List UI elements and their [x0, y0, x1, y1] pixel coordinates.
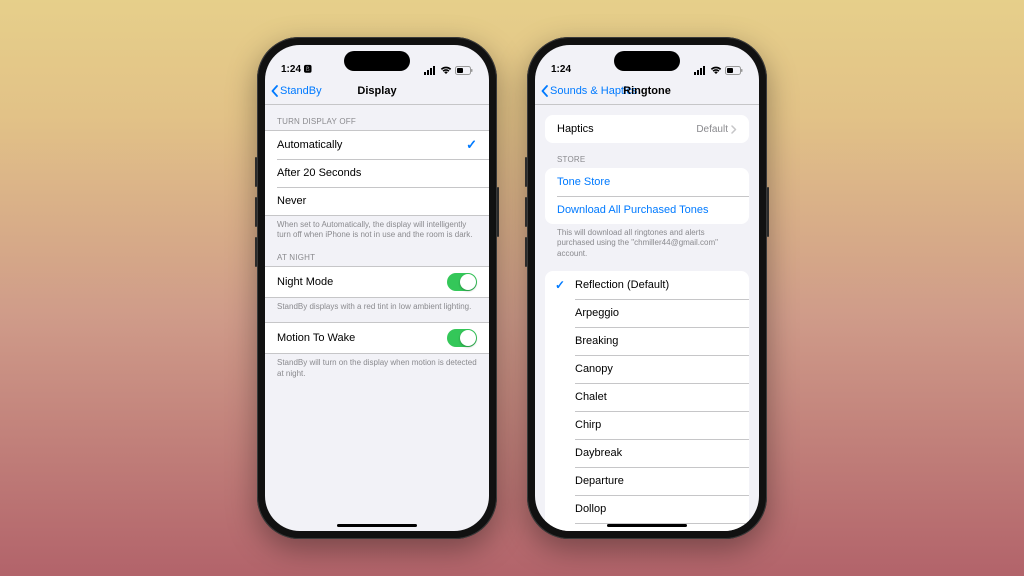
- store-group: Tone Store Download All Purchased Tones: [545, 168, 749, 224]
- cellular-icon: [694, 66, 707, 75]
- nav-bar: StandBy Display: [265, 77, 489, 105]
- iphone-left-frame: 1:24 🅱 StandBy Display TURN DISPLAY OFF …: [257, 37, 497, 539]
- back-label: StandBy: [280, 85, 322, 97]
- ringtone-list: ✓Reflection (Default) Arpeggio Breaking …: [545, 271, 749, 531]
- option-label: Never: [277, 195, 306, 207]
- section-header-at-night: AT NIGHT: [265, 241, 489, 266]
- status-icons: [424, 66, 473, 75]
- tone-store-link[interactable]: Tone Store: [545, 168, 749, 196]
- motion-toggle[interactable]: [447, 329, 477, 347]
- tone-label: Chalet: [575, 391, 607, 403]
- turn-off-group: Automatically ✓ After 20 Seconds Never: [265, 130, 489, 216]
- wifi-icon: [440, 66, 452, 75]
- ringtone-item[interactable]: Breaking: [545, 327, 749, 355]
- iphone-left-screen: 1:24 🅱 StandBy Display TURN DISPLAY OFF …: [265, 45, 489, 531]
- tone-label: Dollop: [575, 503, 606, 515]
- motion-label: Motion To Wake: [277, 332, 355, 344]
- option-label: After 20 Seconds: [277, 167, 361, 179]
- motion-to-wake-row: Motion To Wake: [265, 323, 489, 353]
- ringtone-item[interactable]: Chalet: [545, 383, 749, 411]
- checkmark-icon: ✓: [555, 278, 565, 292]
- settings-content[interactable]: TURN DISPLAY OFF Automatically ✓ After 2…: [265, 105, 489, 531]
- ringtone-item[interactable]: Dollop: [545, 495, 749, 523]
- ringtone-item[interactable]: Chirp: [545, 411, 749, 439]
- option-after-20s[interactable]: After 20 Seconds: [265, 159, 489, 187]
- tone-label: Arpeggio: [575, 307, 619, 319]
- motion-group: Motion To Wake: [265, 322, 489, 354]
- section-footer: StandBy displays with a red tint in low …: [265, 298, 489, 312]
- night-mode-row: Night Mode: [265, 267, 489, 297]
- ringtone-item[interactable]: Departure: [545, 467, 749, 495]
- status-time: 1:24: [551, 64, 571, 75]
- cellular-icon: [424, 66, 437, 75]
- night-group: Night Mode: [265, 266, 489, 298]
- battery-icon: [455, 66, 473, 75]
- download-tones-link[interactable]: Download All Purchased Tones: [545, 196, 749, 224]
- tone-label: Canopy: [575, 363, 613, 375]
- ringtone-item[interactable]: Canopy: [545, 355, 749, 383]
- option-automatically[interactable]: Automatically ✓: [265, 131, 489, 159]
- haptics-label: Haptics: [557, 123, 594, 135]
- iphone-right-frame: 1:24 Sounds & Haptics Ringtone Haptics D…: [527, 37, 767, 539]
- night-mode-label: Night Mode: [277, 276, 333, 288]
- wifi-icon: [710, 66, 722, 75]
- dynamic-island: [344, 51, 410, 71]
- link-label: Tone Store: [557, 176, 610, 188]
- tone-label: Reflection (Default): [575, 279, 669, 291]
- option-label: Automatically: [277, 139, 342, 151]
- option-never[interactable]: Never: [265, 187, 489, 215]
- ringtone-item[interactable]: ✓ Reflection (Default): [545, 271, 749, 299]
- haptics-group: Haptics Default: [545, 115, 749, 143]
- tone-label: Breaking: [575, 335, 618, 347]
- link-label: Download All Purchased Tones: [557, 204, 708, 216]
- home-indicator[interactable]: [337, 524, 417, 527]
- nav-bar: Sounds & Haptics Ringtone: [535, 77, 759, 105]
- iphone-right-screen: 1:24 Sounds & Haptics Ringtone Haptics D…: [535, 45, 759, 531]
- status-icons: [694, 66, 743, 75]
- section-header-store: STORE: [535, 143, 759, 168]
- section-footer: When set to Automatically, the display w…: [265, 216, 489, 241]
- dynamic-island: [614, 51, 680, 71]
- page-title: Ringtone: [623, 85, 671, 97]
- tone-label: Chirp: [575, 419, 601, 431]
- ringtone-item[interactable]: Daybreak: [545, 439, 749, 467]
- checkmark-icon: ✓: [466, 137, 477, 153]
- chevron-left-icon: [271, 85, 279, 97]
- home-indicator[interactable]: [607, 524, 687, 527]
- ringtone-item[interactable]: Arpeggio: [545, 299, 749, 327]
- settings-content[interactable]: Haptics Default STORE Tone Store Downloa…: [535, 105, 759, 531]
- tone-label: Departure: [575, 475, 624, 487]
- page-title: Display: [357, 85, 396, 97]
- tone-label: Daybreak: [575, 447, 622, 459]
- night-mode-toggle[interactable]: [447, 273, 477, 291]
- chevron-right-icon: [731, 125, 737, 134]
- battery-icon: [725, 66, 743, 75]
- haptics-row[interactable]: Haptics Default: [545, 115, 749, 143]
- haptics-value: Default: [696, 124, 737, 135]
- section-header-turn-off: TURN DISPLAY OFF: [265, 105, 489, 130]
- back-button[interactable]: StandBy: [271, 85, 322, 97]
- section-footer: StandBy will turn on the display when mo…: [265, 354, 489, 379]
- status-time: 1:24 🅱: [281, 64, 312, 75]
- section-footer: This will download all ringtones and ale…: [535, 224, 759, 259]
- chevron-left-icon: [541, 85, 549, 97]
